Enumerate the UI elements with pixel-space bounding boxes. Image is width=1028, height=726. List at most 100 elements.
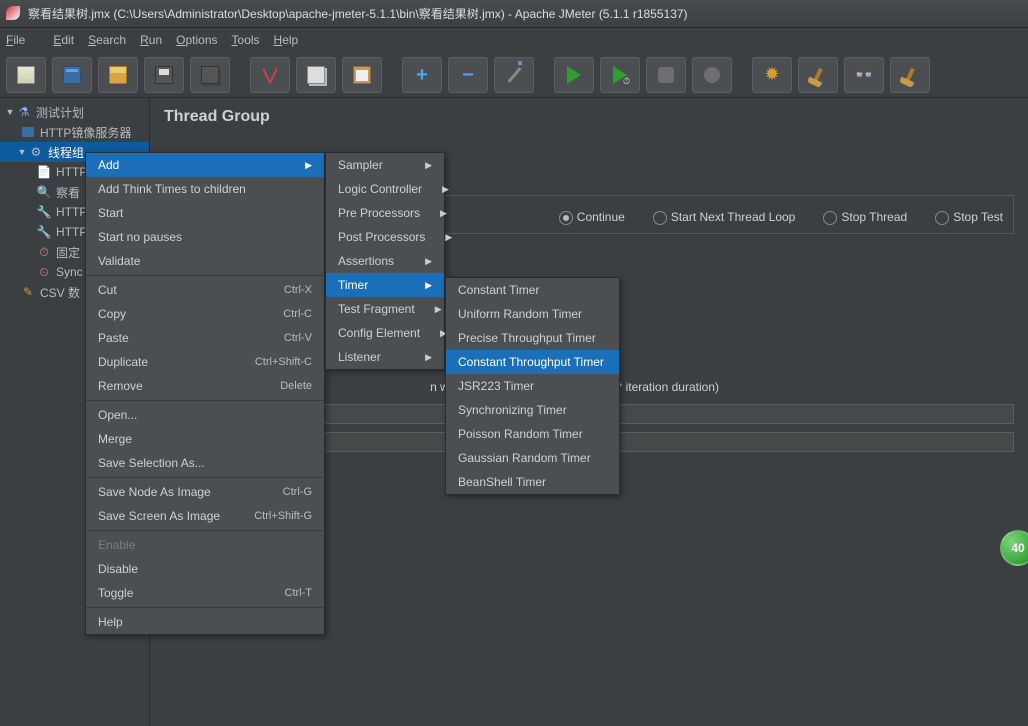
- title-bar: 察看结果树.jmx (C:\Users\Administrator\Deskto…: [0, 0, 1028, 28]
- menu-item[interactable]: Open...: [86, 403, 324, 427]
- start-no-pauses-button[interactable]: [600, 57, 640, 93]
- gear-icon: ✹: [764, 64, 779, 85]
- scissors-icon: [261, 66, 279, 84]
- menu-item[interactable]: Start no pauses: [86, 225, 324, 249]
- menu-item[interactable]: ToggleCtrl-T: [86, 581, 324, 605]
- menu-tools[interactable]: Tools: [232, 33, 260, 47]
- menu-edit[interactable]: Edit: [53, 33, 74, 47]
- menu-item[interactable]: Save Selection As...: [86, 451, 324, 475]
- save-all-icon: [201, 66, 219, 84]
- menu-item[interactable]: PasteCtrl-V: [86, 326, 324, 350]
- add-submenu[interactable]: Sampler▶Logic Controller▶Pre Processors▶…: [325, 152, 445, 370]
- plus-icon: +: [416, 65, 428, 85]
- menu-item[interactable]: Listener▶: [326, 345, 444, 369]
- stop-button[interactable]: [646, 57, 686, 93]
- folder-open-icon: [109, 66, 127, 84]
- search-button[interactable]: 👓: [844, 57, 884, 93]
- menu-item[interactable]: Precise Throughput Timer: [446, 326, 619, 350]
- menu-item[interactable]: CopyCtrl-C: [86, 302, 324, 326]
- menu-bar: File Edit Search Run Options Tools Help: [0, 28, 1028, 52]
- radio-stop-thread[interactable]: Stop Thread: [823, 210, 907, 225]
- wrench-icon: 🔧: [36, 225, 52, 239]
- shutdown-button[interactable]: [692, 57, 732, 93]
- save-button[interactable]: [144, 57, 184, 93]
- menu-item[interactable]: Logic Controller▶: [326, 177, 444, 201]
- menu-search[interactable]: Search: [88, 33, 126, 47]
- toggle-button[interactable]: [494, 57, 534, 93]
- menu-item[interactable]: Poisson Random Timer: [446, 422, 619, 446]
- menu-item[interactable]: Assertions▶: [326, 249, 444, 273]
- menu-item[interactable]: DuplicateCtrl+Shift-C: [86, 350, 324, 374]
- listener-icon: 🔍: [36, 185, 52, 199]
- templates-button[interactable]: [52, 57, 92, 93]
- menu-item[interactable]: Synchronizing Timer: [446, 398, 619, 422]
- save-all-button[interactable]: [190, 57, 230, 93]
- gear-icon: ⚙: [28, 145, 44, 159]
- clipboard-icon: [353, 66, 371, 84]
- server-icon: [20, 125, 36, 139]
- menu-item[interactable]: Disable: [86, 557, 324, 581]
- menu-item[interactable]: JSR223 Timer: [446, 374, 619, 398]
- toolbar: + − ✹ 👓: [0, 52, 1028, 98]
- menu-item[interactable]: Save Screen As ImageCtrl+Shift-G: [86, 504, 324, 528]
- menu-item[interactable]: Uniform Random Timer: [446, 302, 619, 326]
- menu-item[interactable]: Add Think Times to children: [86, 177, 324, 201]
- copy-icon: [307, 66, 325, 84]
- minus-icon: −: [462, 65, 474, 85]
- menu-item[interactable]: Constant Timer: [446, 278, 619, 302]
- copy-button[interactable]: [296, 57, 336, 93]
- menu-item[interactable]: Sampler▶: [326, 153, 444, 177]
- broom-clear-icon: [905, 67, 915, 81]
- menu-item[interactable]: Test Fragment▶: [326, 297, 444, 321]
- context-menu[interactable]: Add▶Add Think Times to childrenStartStar…: [85, 152, 325, 635]
- duration-input[interactable]: [281, 404, 1014, 424]
- tree-root[interactable]: ▼⚗测试计划: [0, 102, 149, 122]
- save-icon: [155, 66, 173, 84]
- sync-icon: ⏲: [36, 265, 52, 279]
- document-icon: [17, 66, 35, 84]
- menu-run[interactable]: Run: [140, 33, 162, 47]
- options-gear-button[interactable]: ✹: [752, 57, 792, 93]
- radio-continue[interactable]: Continue: [559, 210, 625, 225]
- panel-title: Thread Group: [164, 108, 1014, 126]
- clear-all-button[interactable]: [890, 57, 930, 93]
- menu-item[interactable]: CutCtrl-X: [86, 278, 324, 302]
- clear-button[interactable]: [798, 57, 838, 93]
- start-button[interactable]: [554, 57, 594, 93]
- menu-item[interactable]: Save Node As ImageCtrl-G: [86, 480, 324, 504]
- menu-item[interactable]: Start: [86, 201, 324, 225]
- paste-button[interactable]: [342, 57, 382, 93]
- binoculars-icon: 👓: [854, 65, 874, 85]
- menu-item[interactable]: Add▶: [86, 153, 324, 177]
- radio-start-next[interactable]: Start Next Thread Loop: [653, 210, 796, 225]
- new-button[interactable]: [6, 57, 46, 93]
- radio-stop-test[interactable]: Stop Test: [935, 210, 1003, 225]
- expand-button[interactable]: +: [402, 57, 442, 93]
- play-icon: [567, 66, 581, 84]
- menu-help[interactable]: Help: [274, 33, 299, 47]
- menu-item[interactable]: Enable: [86, 533, 324, 557]
- timer-submenu[interactable]: Constant TimerUniform Random TimerPrecis…: [445, 277, 620, 495]
- window-title: 察看结果树.jmx (C:\Users\Administrator\Deskto…: [28, 5, 688, 22]
- menu-item[interactable]: Timer▶: [326, 273, 444, 297]
- clock-icon: ⏱: [36, 245, 52, 259]
- menu-item[interactable]: BeanShell Timer: [446, 470, 619, 494]
- menu-options[interactable]: Options: [176, 33, 217, 47]
- menu-item[interactable]: RemoveDelete: [86, 374, 324, 398]
- collapse-button[interactable]: −: [448, 57, 488, 93]
- tree-item[interactable]: HTTP镜像服务器: [0, 122, 149, 142]
- sampler-icon: 📄: [36, 165, 52, 179]
- menu-item[interactable]: Post Processors▶: [326, 225, 444, 249]
- menu-item[interactable]: Gaussian Random Timer: [446, 446, 619, 470]
- menu-item[interactable]: Validate: [86, 249, 324, 273]
- menu-item[interactable]: Help: [86, 610, 324, 634]
- menu-item[interactable]: Merge: [86, 427, 324, 451]
- menu-item[interactable]: Config Element▶: [326, 321, 444, 345]
- cut-button[interactable]: [250, 57, 290, 93]
- startup-delay-input[interactable]: [307, 432, 1014, 452]
- play-timer-icon: [613, 66, 627, 84]
- menu-file[interactable]: File: [6, 33, 39, 47]
- menu-item[interactable]: Constant Throughput Timer: [446, 350, 619, 374]
- menu-item[interactable]: Pre Processors▶: [326, 201, 444, 225]
- open-button[interactable]: [98, 57, 138, 93]
